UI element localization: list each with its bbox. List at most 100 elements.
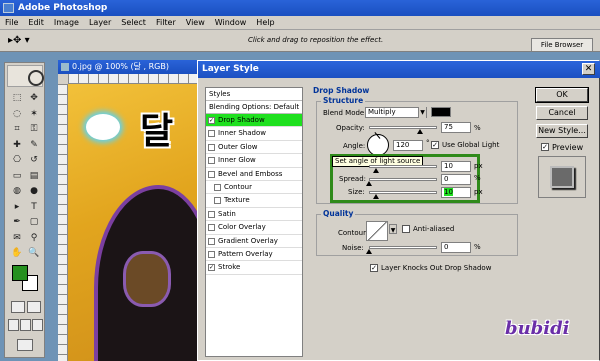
screen-mode-standard-button[interactable] [8,319,19,331]
spread-unit: % [474,174,481,182]
knockout-checkbox[interactable]: ✓ [370,264,378,272]
image-canvas[interactable]: 달 [68,84,208,361]
style-checkbox[interactable] [208,210,215,218]
style-item-texture[interactable]: Texture [206,194,302,208]
anti-aliased-checkbox[interactable] [402,225,410,233]
style-checkbox[interactable] [214,183,221,191]
style-checkbox[interactable] [208,170,215,178]
move-icon[interactable]: ✥ [27,91,41,105]
foreground-color-swatch[interactable] [12,265,28,281]
blend-mode-select[interactable]: Multiply ▼ [365,107,427,118]
pen-icon[interactable]: ✒ [10,215,24,229]
preview-checkbox[interactable]: ✓ [541,143,549,151]
style-checkbox[interactable] [208,250,215,258]
style-checkbox[interactable]: ✓ [208,264,215,272]
noise-input[interactable]: 0 [441,242,471,253]
clone-stamp-icon[interactable]: ⎔ [10,153,24,167]
quick-mask-button[interactable] [27,301,41,313]
style-checkbox[interactable] [208,237,215,245]
ok-button[interactable]: OK [536,88,588,102]
eraser-icon[interactable]: ▭ [10,169,24,183]
spread-slider-thumb[interactable] [366,181,372,186]
opacity-input[interactable]: 75 [441,122,471,133]
blur-icon[interactable]: ◍ [10,184,24,198]
dodge-icon[interactable]: ● [27,184,41,198]
style-item-pattern-overlay[interactable]: Pattern Overlay [206,248,302,262]
brush-icon[interactable]: ✎ [27,138,41,152]
slice-icon[interactable]: ⚿ [27,122,41,136]
style-checkbox[interactable] [208,130,215,138]
style-item-gradient-overlay[interactable]: Gradient Overlay [206,235,302,248]
menu-view[interactable]: View [181,16,210,30]
new-style-button[interactable]: New Style... [536,124,588,138]
size-slider[interactable] [369,191,437,194]
angle-input[interactable]: 120 [393,140,423,151]
adobe-online-icon[interactable] [7,65,44,87]
path-selection-icon[interactable]: ▸ [10,200,24,214]
opacity-slider[interactable] [369,126,437,129]
zoom-icon[interactable]: 🔍 [27,246,41,260]
hand-icon[interactable]: ✋ [10,246,24,260]
notes-icon[interactable]: ✉ [10,231,24,245]
style-item-drop-shadow[interactable]: ✓ Drop Shadow [206,114,302,128]
type-icon[interactable]: T [27,200,41,214]
style-item-contour[interactable]: Contour [206,181,302,195]
lasso-icon[interactable]: ◌ [10,107,24,121]
screen-mode-full-menu-button[interactable] [20,319,31,331]
style-checkbox[interactable] [208,157,215,165]
distance-input[interactable]: 10 [441,161,471,172]
noise-slider[interactable] [369,246,437,249]
menu-file[interactable]: File [0,16,23,30]
style-checkbox[interactable] [214,197,221,205]
angle-dial[interactable] [367,132,389,156]
menu-select[interactable]: Select [116,16,151,30]
style-checkbox[interactable] [208,224,215,232]
opacity-slider-thumb[interactable] [417,129,423,134]
contour-picker[interactable] [366,221,388,241]
menu-layer[interactable]: Layer [84,16,116,30]
style-item-bevel-and-emboss[interactable]: Bevel and Emboss [206,168,302,181]
shape-icon[interactable]: ▢ [27,215,41,229]
style-item-outer-glow[interactable]: Outer Glow [206,141,302,155]
distance-slider[interactable] [369,165,437,168]
menu-image[interactable]: Image [49,16,84,30]
file-browser-tab[interactable]: File Browser [531,38,593,51]
style-checkbox[interactable]: ✓ [208,117,215,124]
history-brush-icon[interactable]: ↺ [27,153,41,167]
eyedropper-icon[interactable]: ⚲ [27,231,41,245]
style-item-inner-shadow[interactable]: Inner Shadow [206,127,302,141]
menu-help[interactable]: Help [251,16,279,30]
menu-edit[interactable]: Edit [23,16,49,30]
style-item-color-overlay[interactable]: Color Overlay [206,221,302,235]
contour-label: Contour: [338,229,369,237]
style-item-stroke[interactable]: ✓ Stroke [206,261,302,275]
close-icon[interactable]: ✕ [582,63,595,75]
size-input[interactable]: 10 [441,187,471,198]
magic-wand-icon[interactable]: ✶ [27,107,41,121]
screen-mode-full-button[interactable] [32,319,43,331]
gradient-icon[interactable]: ▤ [27,169,41,183]
style-item-inner-glow[interactable]: Inner Glow [206,154,302,168]
spread-slider[interactable] [369,178,437,181]
blending-options-item[interactable]: Blending Options: Default [206,101,302,114]
noise-slider-thumb[interactable] [366,249,372,254]
distance-slider-thumb[interactable] [373,168,379,173]
crop-icon[interactable]: ⌗ [10,122,24,136]
styles-header[interactable]: Styles [206,88,302,101]
use-global-light-checkbox[interactable]: ✓ [431,141,439,149]
spread-input[interactable]: 0 [441,174,471,185]
menu-filter[interactable]: Filter [151,16,181,30]
shadow-color-swatch[interactable] [431,107,451,117]
style-checkbox[interactable] [208,143,215,151]
standard-mode-button[interactable] [11,301,25,313]
marquee-icon[interactable]: ⬚ [10,91,24,105]
style-item-label: Stroke [218,263,241,272]
healing-brush-icon[interactable]: ✚ [10,138,24,152]
size-slider-thumb[interactable] [373,194,379,199]
contour-dropdown-icon[interactable]: ▼ [389,224,397,234]
menu-window[interactable]: Window [210,16,252,30]
move-tool-icon[interactable]: ▸✥ ▾ [8,35,32,47]
jump-to-imageready-button[interactable] [17,339,33,351]
style-item-satin[interactable]: Satin [206,208,302,222]
cancel-button[interactable]: Cancel [536,106,588,120]
